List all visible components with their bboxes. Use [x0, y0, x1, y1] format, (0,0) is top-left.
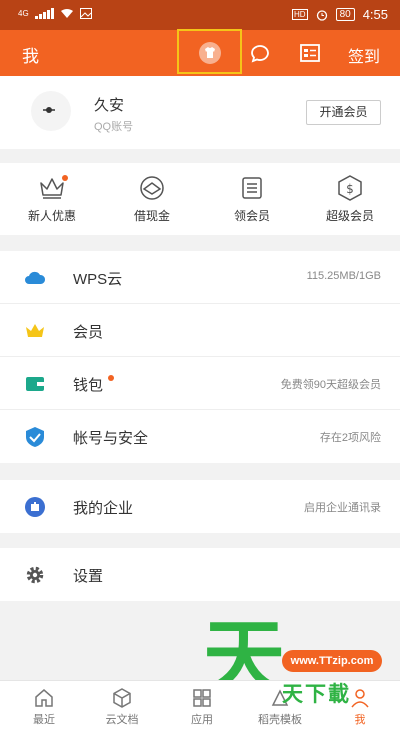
- watermark-url: www.TTzip.com: [282, 650, 382, 672]
- menu-item-value: 免费领90天超级会员: [280, 379, 381, 391]
- menu-item-settings[interactable]: 设置: [0, 548, 400, 601]
- watermark-text: 天下載: [282, 683, 351, 706]
- quick-action-label: 领会员: [233, 209, 270, 223]
- quick-action-borrow[interactable]: 借现金: [112, 175, 192, 224]
- menu-item-label: 会员: [73, 324, 104, 341]
- menu-item-label: 设置: [73, 568, 104, 585]
- avatar-icon: [31, 91, 71, 131]
- quick-action-label: 超级会员: [325, 209, 374, 223]
- menu-item-value: 115.25MB/1GB: [306, 270, 381, 282]
- gear-icon: [26, 566, 44, 584]
- quick-action-get-vip[interactable]: 领会员: [212, 175, 292, 224]
- shield-check-icon: [26, 427, 44, 447]
- open-vip-button[interactable]: 开通会员: [306, 100, 381, 125]
- menu-item-label: 帐号与安全: [73, 430, 149, 447]
- scan-card-icon[interactable]: [298, 41, 322, 65]
- person-icon: [351, 689, 369, 708]
- quick-action-super-vip[interactable]: $ 超级会员: [310, 175, 390, 224]
- status-bar: 4G HD 80 4:55: [0, 0, 400, 30]
- profile-card[interactable]: 久安 QQ账号 开通会员: [0, 76, 400, 149]
- cloud-icon: [25, 271, 46, 284]
- badge-dot: [62, 175, 68, 181]
- page-title: 我: [22, 47, 39, 66]
- nav-label: 应用: [191, 714, 213, 726]
- menu-item-account-security[interactable]: 帐号与安全 存在2项风险: [0, 410, 400, 463]
- menu-item-value: 存在2项风险: [319, 432, 381, 444]
- user-name: 久安: [94, 97, 125, 114]
- nav-recent[interactable]: 最近: [14, 687, 74, 727]
- list-icon: [242, 177, 262, 199]
- diamond-icon: [140, 176, 164, 200]
- highlight-box: [177, 29, 242, 74]
- wifi-icon: [60, 9, 73, 18]
- account-type: QQ账号: [94, 121, 134, 133]
- avatar[interactable]: [27, 90, 75, 132]
- badge-dot: [108, 375, 114, 381]
- nav-label: 我: [354, 714, 366, 726]
- dollar-shield-icon: $: [338, 175, 362, 201]
- menu-item-value: 启用企业通讯录: [304, 502, 381, 514]
- menu-item-wps-cloud[interactable]: WPS云 115.25MB/1GB: [0, 251, 400, 304]
- status-time: 4:55: [362, 7, 388, 22]
- wallet-icon: [26, 377, 44, 391]
- quick-actions: 新人优惠 借现金 领会员 $ 超级会员: [0, 163, 400, 235]
- menu-item-enterprise[interactable]: 我的企业 启用企业通讯录: [0, 480, 400, 533]
- menu-item-label: WPS云: [73, 271, 123, 288]
- enterprise-icon: [25, 497, 45, 517]
- home-icon: [35, 689, 53, 707]
- menu-item-label: 我的企业: [73, 500, 134, 517]
- menu-item-vip[interactable]: 会员: [0, 304, 400, 357]
- alarm-icon: [316, 9, 327, 21]
- cube-icon: [113, 688, 131, 708]
- menu-item-wallet[interactable]: 钱包 免费领90天超级会员: [0, 357, 400, 410]
- battery-icon: 80: [335, 8, 355, 21]
- quick-action-new-user[interactable]: 新人优惠: [12, 175, 92, 224]
- signin-button[interactable]: 签到: [348, 43, 380, 67]
- signal-icon: [34, 8, 54, 19]
- nav-cloud-docs[interactable]: 云文档: [92, 687, 152, 727]
- network-label: 4G: [18, 9, 29, 18]
- nav-label: 云文档: [105, 714, 139, 726]
- quick-action-label: 借现金: [133, 209, 170, 223]
- photo-icon: [79, 8, 92, 19]
- message-icon[interactable]: [248, 41, 272, 65]
- hd-icon: HD: [292, 9, 308, 20]
- crown-icon: [26, 324, 44, 337]
- menu-group-main: WPS云 115.25MB/1GB 会员 钱包 免费领90天超级会员 帐号与安全…: [0, 251, 400, 463]
- nav-label: 稻壳模板: [258, 714, 302, 726]
- quick-action-label: 新人优惠: [27, 209, 76, 223]
- menu-group-settings: 设置: [0, 548, 400, 601]
- nav-apps[interactable]: 应用: [172, 687, 232, 727]
- svg-text:$: $: [346, 182, 354, 196]
- nav-label: 最近: [33, 714, 55, 726]
- menu-group-enterprise: 我的企业 启用企业通讯录: [0, 480, 400, 533]
- grid-icon: [193, 689, 211, 707]
- menu-item-label: 钱包: [73, 377, 104, 394]
